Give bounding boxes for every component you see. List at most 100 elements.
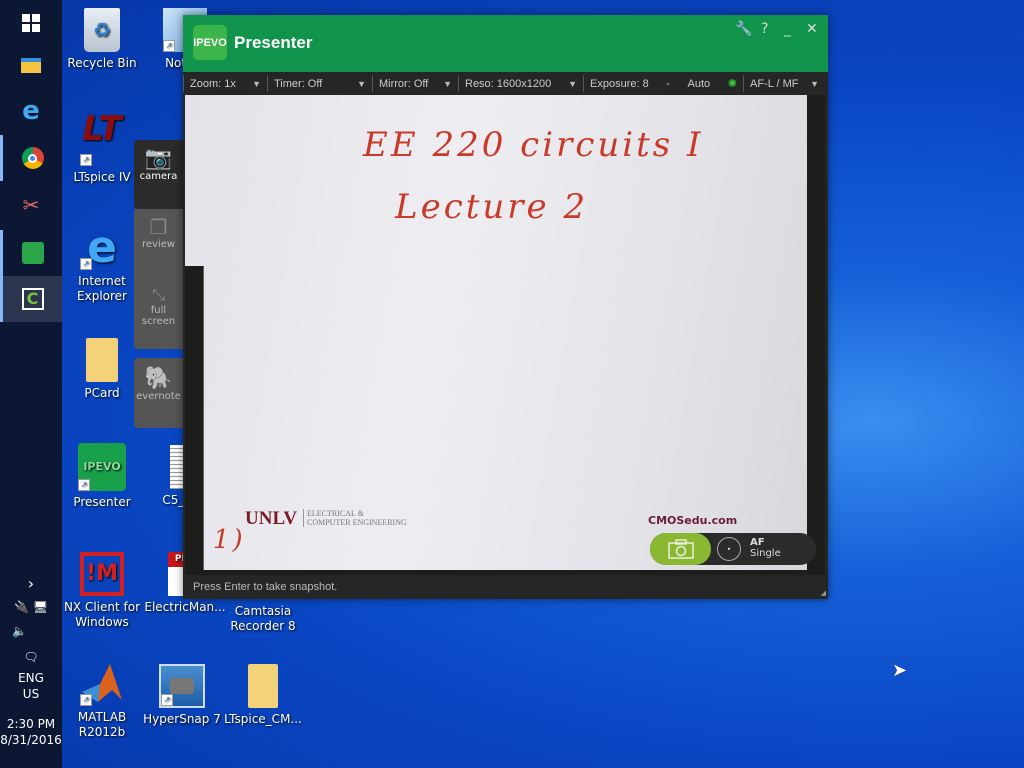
- presenter-window: IPEVO Presenter 🔧 ? _ ✕ Zoom: 1x ▼ Timer:…: [183, 15, 828, 599]
- resolution-value: Reso: 1600x1200: [465, 77, 552, 90]
- paper-document: [185, 95, 807, 570]
- mirror-value: Mirror: Off: [379, 77, 429, 90]
- power-network-icons[interactable]: 🔌 🖥: [0, 600, 62, 614]
- af-label: AF Single: [750, 537, 781, 559]
- action-center-icon[interactable]: 🗨: [0, 650, 62, 664]
- chrome-icon[interactable]: [0, 135, 62, 181]
- show-hidden-icons-chevron-icon[interactable]: ›: [0, 574, 62, 593]
- mirror-dropdown[interactable]: Mirror: Off ▼: [372, 75, 458, 92]
- time: 2:30 PM: [6, 717, 56, 731]
- dept-line-2: COMPUTER ENGINEERING: [307, 518, 407, 527]
- ipevo-icon: IPEVO ↗: [78, 443, 126, 491]
- ltspice-icon: LT ↗: [80, 112, 124, 166]
- exposure-value: Exposure: 8: [590, 77, 649, 90]
- recycle-bin-icon: ♻: [84, 8, 120, 52]
- dept-line-1: ELECTRICAL &: [307, 509, 364, 518]
- resize-grip-icon[interactable]: ◢: [821, 589, 826, 597]
- volume-icon[interactable]: 🔈: [0, 624, 62, 638]
- status-bar: Press Enter to take snapshot.: [193, 581, 338, 593]
- autofocus-button[interactable]: •: [717, 537, 741, 561]
- icon-label: Recycle Bin: [67, 56, 137, 70]
- internet-explorer-icon: e ↗: [80, 226, 124, 270]
- icon-label: NX Client for Windows: [63, 600, 141, 629]
- camera-icon: 📷: [144, 146, 173, 171]
- exposure-minus-button[interactable]: -: [666, 78, 670, 90]
- close-button[interactable]: ✕: [806, 21, 818, 37]
- zoom-dropdown[interactable]: Zoom: 1x ▼: [183, 75, 267, 92]
- icon-label: Internet Explorer: [77, 274, 127, 303]
- camtasia-taskbar-icon[interactable]: C: [0, 276, 62, 322]
- clock[interactable]: 2:30 PM 8/31/2016: [0, 717, 62, 747]
- desktop-icon-ltspice[interactable]: LT ↗ LTspice IV: [62, 112, 142, 185]
- icon-label: Camtasia Recorder 8: [230, 604, 296, 633]
- side-evernote-button[interactable]: 🐘 evernote: [134, 358, 183, 428]
- icon-label: PCard: [84, 386, 120, 400]
- snipping-tool-icon[interactable]: ✂: [0, 182, 62, 228]
- camera-feed[interactable]: EE 220 circuits I Lecture 2 1) UNLV ELEC…: [185, 95, 825, 575]
- handwritten-title: EE 220 circuits I: [363, 125, 704, 165]
- icon-label: HyperSnap 7: [143, 712, 221, 726]
- brightness-icon: ✺: [727, 78, 737, 90]
- desktop-icon-recycle-bin[interactable]: ♻ Recycle Bin: [62, 8, 142, 71]
- camera-label: camera: [139, 171, 178, 182]
- desktop-icon-nx-client[interactable]: !M NX Client for Windows: [62, 552, 142, 630]
- title-bar[interactable]: IPEVO Presenter 🔧 ? _ ✕: [183, 15, 828, 72]
- cmosedu-label: CMOSedu.com: [648, 514, 738, 527]
- resolution-dropdown[interactable]: Reso: 1600x1200 ▼: [458, 75, 583, 92]
- snapshot-button[interactable]: [650, 533, 711, 565]
- chevron-down-icon: ▼: [443, 78, 452, 89]
- ipevo-logo: IPEVO: [193, 25, 227, 60]
- matlab-icon: ↗: [80, 662, 124, 706]
- side-fullscreen-button[interactable]: ⤡ full screen: [134, 279, 183, 349]
- handwritten-lecture: Lecture 2: [395, 187, 589, 227]
- icon-label: MATLAB R2012b: [77, 710, 127, 739]
- internet-explorer-icon[interactable]: e: [0, 88, 62, 134]
- desktop-icon-ltspice-cm[interactable]: LTspice_CM...: [222, 664, 304, 727]
- chevron-down-icon: ▼: [252, 78, 261, 89]
- side-camera-button[interactable]: 📷 camera: [134, 140, 183, 209]
- timer-dropdown[interactable]: Timer: Off ▼: [267, 75, 372, 92]
- af-mode-value: AF-L / MF: [750, 77, 799, 90]
- camera-icon: [667, 539, 694, 559]
- desktop-icon-hypersnap[interactable]: ↗ HyperSnap 7: [142, 664, 222, 727]
- exposure-auto-button[interactable]: Auto: [688, 78, 711, 90]
- start-button[interactable]: [0, 0, 62, 46]
- desktop-icon-presenter[interactable]: IPEVO ↗ Presenter: [62, 443, 142, 510]
- desktop-icon-camtasia-recorder[interactable]: Camtasia Recorder 8: [223, 604, 303, 634]
- af-mode-dropdown[interactable]: AF-L / MF ▼: [743, 75, 825, 92]
- date: 8/31/2016: [0, 733, 62, 747]
- minimize-button[interactable]: _: [784, 21, 791, 37]
- chevron-down-icon: ▼: [357, 78, 366, 89]
- zoom-value: Zoom: 1x: [190, 77, 236, 90]
- fullscreen-icon: ⤡: [152, 285, 165, 304]
- capture-controls: • AF Single: [650, 533, 816, 565]
- mouse-cursor-icon: ➤: [892, 660, 908, 681]
- folder-icon: [86, 338, 118, 382]
- desktop-icon-matlab[interactable]: ↗ MATLAB R2012b: [62, 662, 142, 740]
- unlv-logo: UNLV: [245, 508, 298, 529]
- evernote-label: evernote: [136, 391, 181, 402]
- nx-icon: !M: [80, 552, 124, 596]
- icon-label: Presenter: [73, 495, 131, 509]
- toolbar: Zoom: 1x ▼ Timer: Off ▼ Mirror: Off ▼ Reso:…: [183, 72, 828, 95]
- desktop-icon-pcard[interactable]: PCard: [62, 338, 142, 401]
- ipevo-presenter-taskbar-icon[interactable]: [0, 230, 62, 276]
- taskbar: e ✂ C › 🔌 🖥 🔈 🗨 ENG US 2:30 PM 8/31/2016: [0, 0, 62, 768]
- icon-label: LTspice_CM...: [224, 712, 302, 726]
- review-label: review: [141, 239, 176, 250]
- unlv-department: ELECTRICAL & COMPUTER ENGINEERING: [303, 509, 407, 527]
- handwritten-page-number: 1): [213, 525, 246, 555]
- language-indicator[interactable]: ENG US: [0, 671, 62, 701]
- icon-label: LTspice IV: [73, 170, 131, 184]
- fullscreen-label: full: [150, 305, 167, 316]
- settings-wrench-icon[interactable]: 🔧: [735, 21, 752, 37]
- help-button[interactable]: ?: [761, 21, 768, 37]
- language: ENG: [18, 671, 44, 685]
- icon-label: ElectricMan...: [144, 600, 226, 614]
- desktop-icon-internet-explorer[interactable]: e ↗ Internet Explorer: [62, 226, 142, 304]
- exposure-control[interactable]: Exposure: 8 - Auto ✺: [583, 75, 743, 92]
- app-title: Presenter: [234, 33, 313, 52]
- side-review-button[interactable]: ❐ review: [134, 209, 183, 279]
- chevron-down-icon: ▼: [568, 78, 577, 89]
- file-explorer-icon[interactable]: [0, 42, 62, 88]
